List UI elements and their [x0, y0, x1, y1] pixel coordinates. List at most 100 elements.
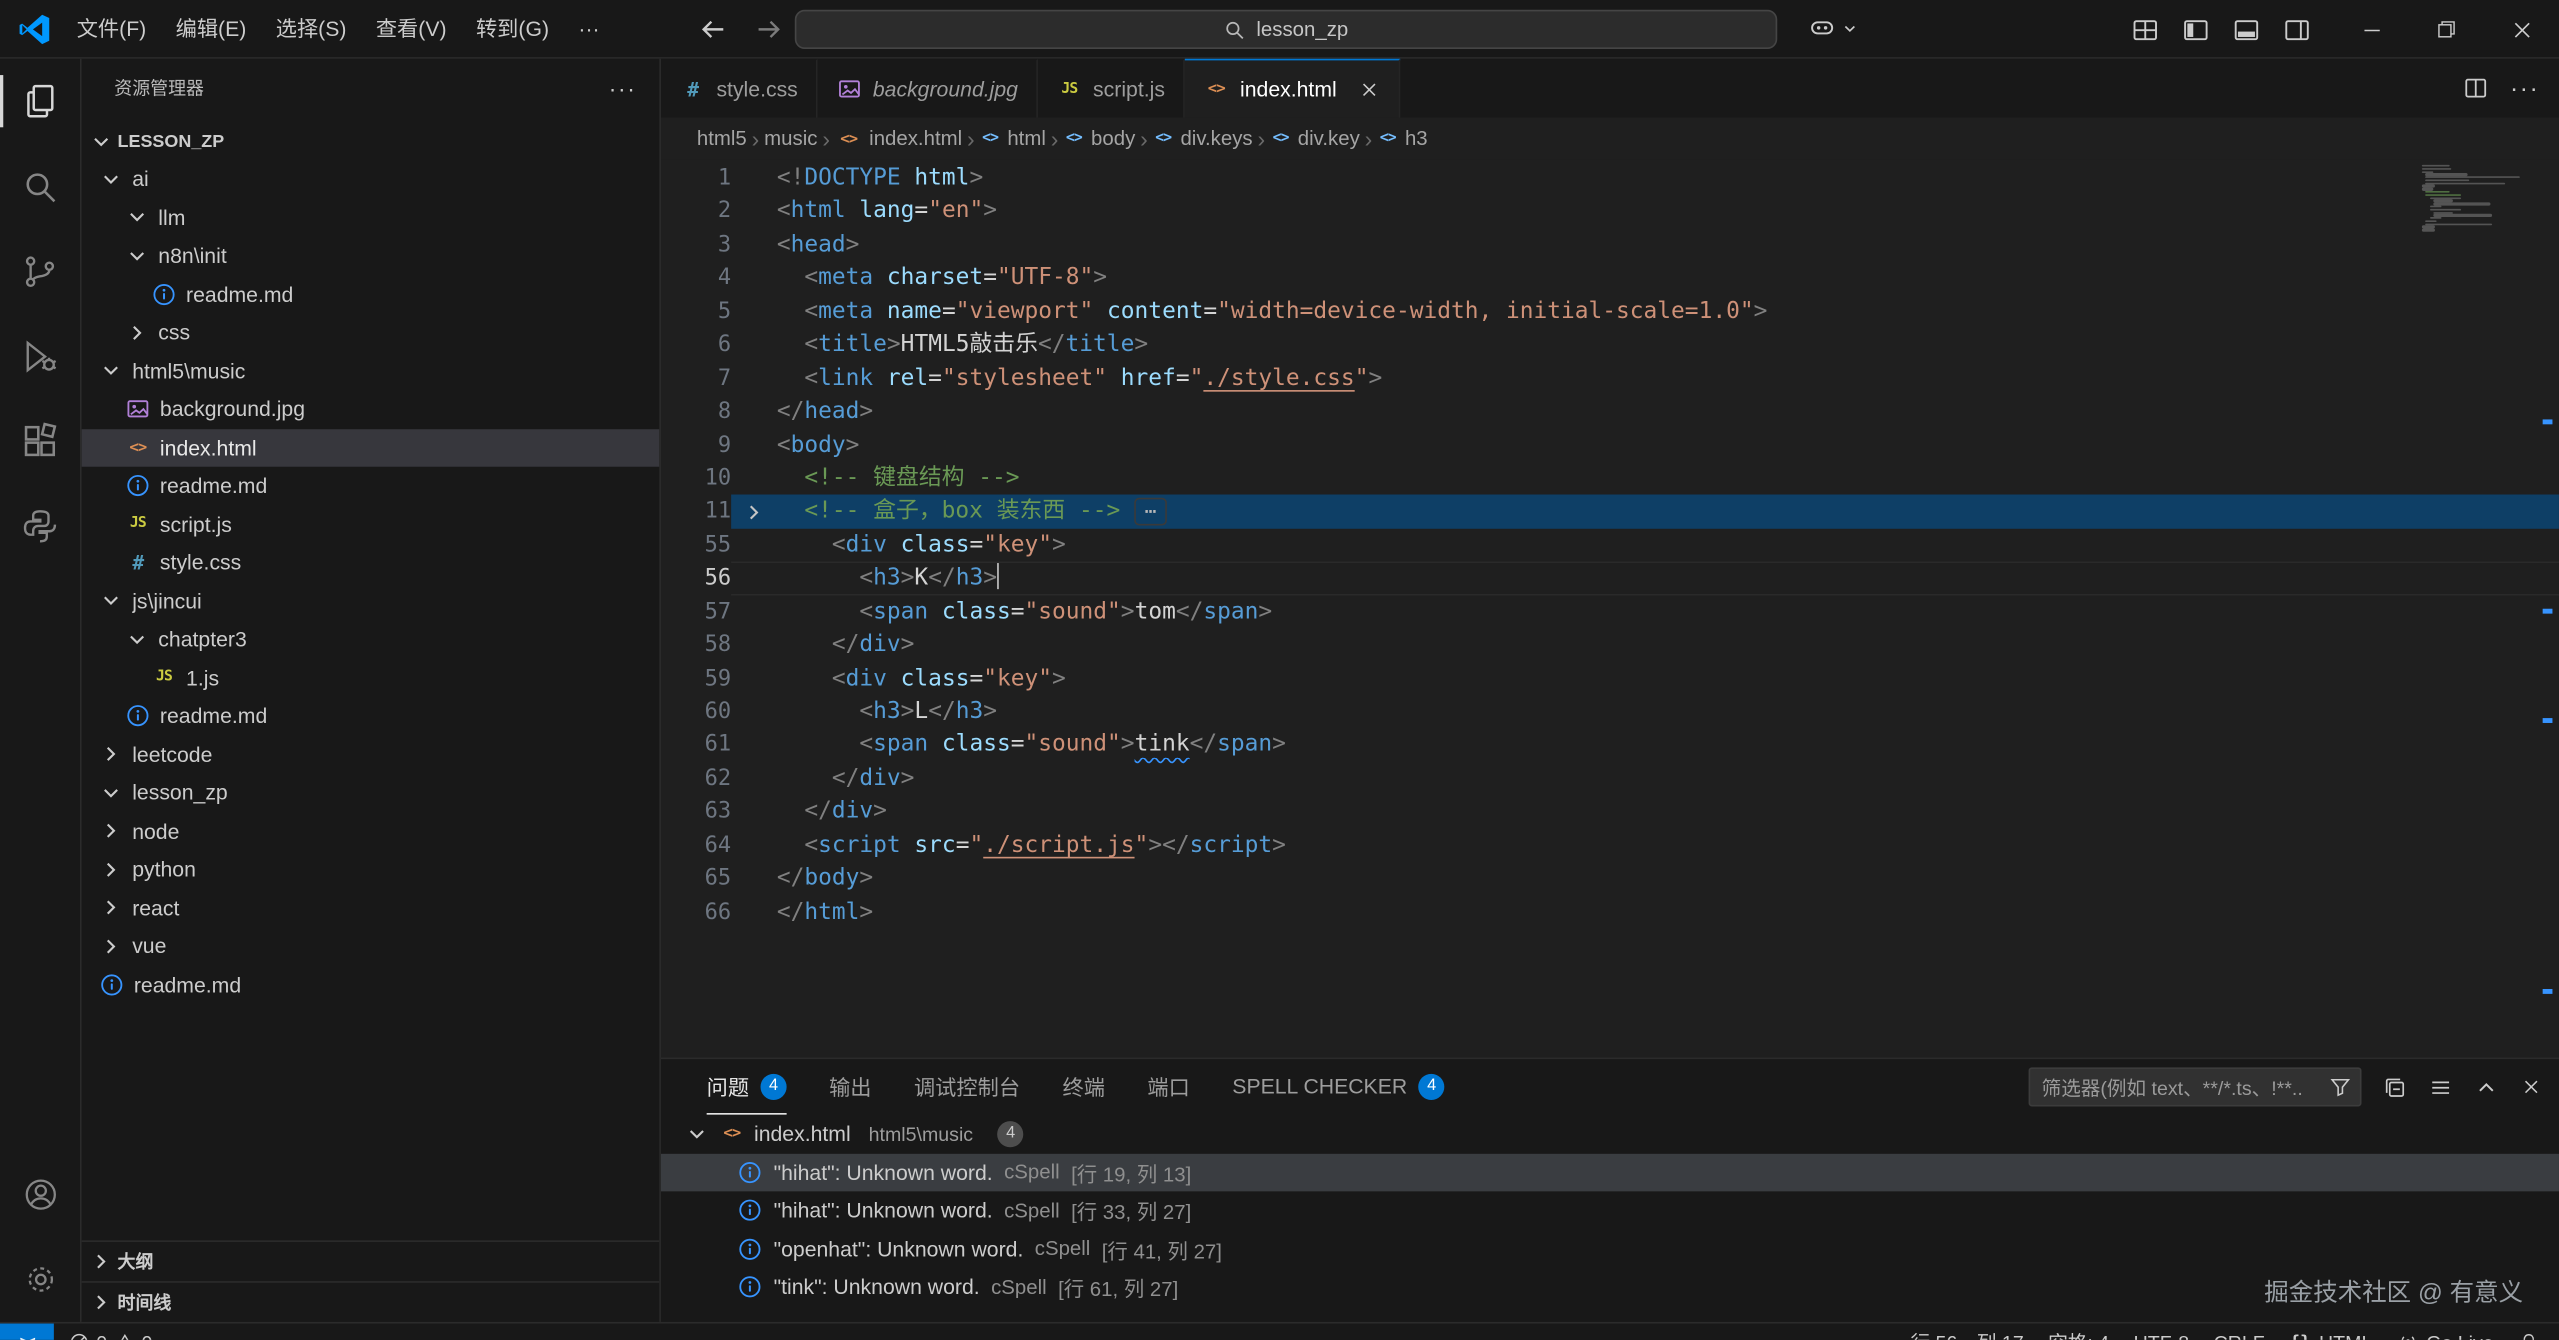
overview-ruler[interactable] [2536, 160, 2559, 1058]
status-item-utf-8[interactable]: UTF-8 [2134, 1331, 2189, 1340]
menu-item--g-[interactable]: 转到(G) [461, 8, 563, 49]
customize-layout-button[interactable] [2122, 7, 2169, 53]
code-line-65[interactable]: 65</body> [661, 862, 2559, 895]
problem-row[interactable]: "hihat": Unknown word.cSpell[行 33, 列 27] [661, 1191, 2559, 1229]
menu-item--s-[interactable]: 选择(S) [261, 8, 361, 49]
code-line-62[interactable]: 62 </div> [661, 762, 2559, 795]
tree-item-html5-music[interactable]: html5\music [82, 352, 660, 390]
outline-section[interactable]: 大纲 [82, 1240, 660, 1281]
tree-item-1-js[interactable]: JS1.js [82, 659, 660, 697]
breadcrumb-music[interactable]: music [764, 127, 817, 150]
tree-item-js-jincui[interactable]: js\jincui [82, 582, 660, 620]
tree-item-background-jpg[interactable]: background.jpg [82, 390, 660, 428]
panel-tab--[interactable]: 输出 [829, 1059, 871, 1114]
status-item-html[interactable]: {}HTML [2289, 1331, 2372, 1340]
tab-index-html[interactable]: <>index.html [1185, 59, 1401, 118]
tree-item-lesson-zp[interactable]: lesson_zp [82, 774, 660, 812]
code-line-11[interactable]: 11 <!-- 盒子，box 装东西 -->⋯ [661, 495, 2559, 528]
breadcrumb-html[interactable]: <>html [980, 126, 1046, 152]
code-line-5[interactable]: 5 <meta name="viewport" content="width=d… [661, 295, 2559, 328]
command-center[interactable]: lesson_zp [795, 10, 1777, 49]
tree-item-python[interactable]: python [82, 850, 660, 888]
code-editor[interactable]: 1<!DOCTYPE html>2<html lang="en">3<head>… [661, 160, 2559, 1058]
activity-extensions-button[interactable] [0, 398, 80, 483]
status-item--56-17[interactable]: 行 56，列 17 [1911, 1328, 2024, 1339]
code-line-3[interactable]: 3<head> [661, 228, 2559, 261]
minimap[interactable] [2422, 165, 2536, 232]
tree-item-chatpter3[interactable]: chatpter3 [82, 620, 660, 658]
tab-style-css[interactable]: #style.css [661, 59, 817, 118]
tree-item-style-css[interactable]: #style.css [82, 543, 660, 581]
breadcrumb-h3[interactable]: <>h3 [1377, 126, 1427, 152]
fold-icon[interactable] [731, 495, 777, 528]
tree-item-css[interactable]: css [82, 313, 660, 351]
tree-item-leetcode[interactable]: leetcode [82, 735, 660, 773]
toggle-primary-sidebar-button[interactable] [2172, 7, 2219, 53]
activity-explorer-button[interactable] [0, 59, 80, 144]
tree-item-react[interactable]: react [82, 889, 660, 927]
menu-item--v-[interactable]: 查看(V) [361, 8, 461, 49]
breadcrumb-div-keys[interactable]: <>div.keys [1153, 126, 1253, 152]
breadcrumb-html5[interactable]: html5 [697, 127, 747, 150]
tree-item-llm[interactable]: llm [82, 198, 660, 236]
code-line-4[interactable]: 4 <meta charset="UTF-8"> [661, 262, 2559, 295]
panel-tab--[interactable]: 调试控制台 [914, 1059, 1020, 1114]
workspace-section-header[interactable]: LESSON_ZP [82, 124, 660, 160]
breadcrumb-div-key[interactable]: <>div.key [1270, 126, 1360, 152]
menu-item--f-[interactable]: 文件(F) [62, 8, 161, 49]
code-line-66[interactable]: 66</html> [661, 895, 2559, 928]
tree-item-index-html[interactable]: <>index.html [82, 428, 660, 466]
problem-row[interactable]: "openhat": Unknown word.cSpell[行 41, 列 2… [661, 1230, 2559, 1268]
activity-settings-button[interactable] [0, 1237, 80, 1322]
back-button[interactable] [692, 8, 734, 50]
forward-button[interactable] [747, 8, 789, 50]
status-item--4[interactable]: 空格: 4 [2048, 1328, 2109, 1339]
panel-tab--[interactable]: 终端 [1063, 1059, 1105, 1114]
tree-item-readme-md[interactable]: readme.md [82, 697, 660, 735]
code-line-2[interactable]: 2<html lang="en"> [661, 195, 2559, 228]
remote-indicator[interactable]: >< [0, 1324, 54, 1340]
panel-tab-spell-checker[interactable]: SPELL CHECKER4 [1232, 1059, 1444, 1114]
more-editor-actions-button[interactable]: ··· [2510, 74, 2539, 102]
maximize-panel-button[interactable] [2474, 1075, 2498, 1099]
status-item-go-live[interactable]: Go Live [2397, 1331, 2494, 1340]
panel-tab--[interactable]: 问题4 [707, 1059, 787, 1114]
status-item-crlf[interactable]: CRLF [2214, 1331, 2265, 1340]
problems-status-button[interactable]: 0 0 [54, 1331, 167, 1340]
code-line-8[interactable]: 8</head> [661, 395, 2559, 428]
code-line-58[interactable]: 58 </div> [661, 629, 2559, 662]
tree-item-n8n-init[interactable]: n8n\init [82, 237, 660, 275]
toggle-secondary-sidebar-button[interactable] [2273, 7, 2320, 53]
tree-item-ai[interactable]: ai [82, 160, 660, 198]
code-line-64[interactable]: 64 <script src="./script.js"></script> [661, 829, 2559, 862]
code-line-56[interactable]: 56 <h3>K</h3> [661, 562, 2559, 595]
code-line-7[interactable]: 7 <link rel="stylesheet" href="./style.c… [661, 362, 2559, 395]
problem-row[interactable]: "hihat": Unknown word.cSpell[行 19, 列 13] [661, 1153, 2559, 1191]
code-line-59[interactable]: 59 <div class="key"> [661, 662, 2559, 695]
tree-item-readme-md[interactable]: readme.md [82, 467, 660, 505]
timeline-section[interactable]: 时间线 [82, 1281, 660, 1322]
code-line-9[interactable]: 9<body> [661, 428, 2559, 461]
problems-filter-input[interactable]: 筛选器(例如 text、**/*.ts、!**... [2029, 1067, 2362, 1106]
tree-item-readme-md[interactable]: readme.md [82, 965, 660, 1003]
code-line-10[interactable]: 10 <!-- 键盘结构 --> [661, 462, 2559, 495]
split-editor-button[interactable] [2463, 75, 2489, 101]
code-line-61[interactable]: 61 <span class="sound">tink</span> [661, 729, 2559, 762]
tab-background-jpg[interactable]: background.jpg [817, 59, 1037, 118]
restore-button[interactable] [2409, 0, 2484, 59]
panel-tab--[interactable]: 端口 [1147, 1059, 1189, 1114]
menu-item--[interactable]: ··· [564, 8, 615, 49]
tree-item-readme-md[interactable]: readme.md [82, 275, 660, 313]
tree-item-script-js[interactable]: JSscript.js [82, 505, 660, 543]
code-line-6[interactable]: 6 <title>HTML5敲击乐</title> [661, 328, 2559, 361]
activity-accounts-button[interactable] [0, 1152, 80, 1237]
menu-item--e-[interactable]: 编辑(E) [161, 8, 261, 49]
code-line-1[interactable]: 1<!DOCTYPE html> [661, 162, 2559, 195]
code-line-55[interactable]: 55 <div class="key"> [661, 528, 2559, 561]
tab-script-js[interactable]: JSscript.js [1038, 59, 1185, 118]
minimize-button[interactable] [2334, 0, 2409, 59]
breadcrumb-index-html[interactable]: <>index.html [835, 126, 962, 152]
activity-run-debug-button[interactable] [0, 313, 80, 398]
tree-item-vue[interactable]: vue [82, 927, 660, 965]
code-line-57[interactable]: 57 <span class="sound">tom</span> [661, 595, 2559, 628]
